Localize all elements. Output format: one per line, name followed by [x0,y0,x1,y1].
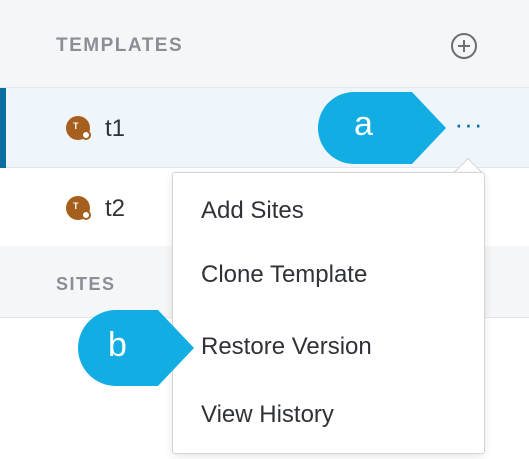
template-label: t2 [105,195,126,222]
callout-a-label: a [354,105,373,143]
menu-item-restore-version[interactable]: Restore Version [173,317,484,377]
add-circle-icon[interactable] [451,33,477,59]
callout-a: a [318,92,448,164]
templates-section-header: TEMPLATES [0,0,529,88]
menu-item-add-sites[interactable]: Add Sites [173,181,484,241]
template-icon: T [66,196,92,222]
template-label: t1 [105,115,126,142]
more-horizontal-icon[interactable]: ··· [446,111,492,144]
templates-title: TEMPLATES [56,35,184,56]
template-icon: T [66,116,92,142]
template-row-t1[interactable]: T t1 ··· [0,88,529,168]
selected-indicator [0,88,6,168]
sites-title: SITES [56,274,116,294]
callout-b-label: b [108,326,127,364]
template-actions-menu: Add Sites Clone Template Restore Version… [172,172,485,454]
menu-item-clone-template[interactable]: Clone Template [173,245,484,305]
callout-b: b [78,310,196,386]
menu-item-view-history[interactable]: View History [173,385,484,445]
templates-panel: TEMPLATES T t1 ··· T t2 SITES Add Sites … [0,0,529,459]
